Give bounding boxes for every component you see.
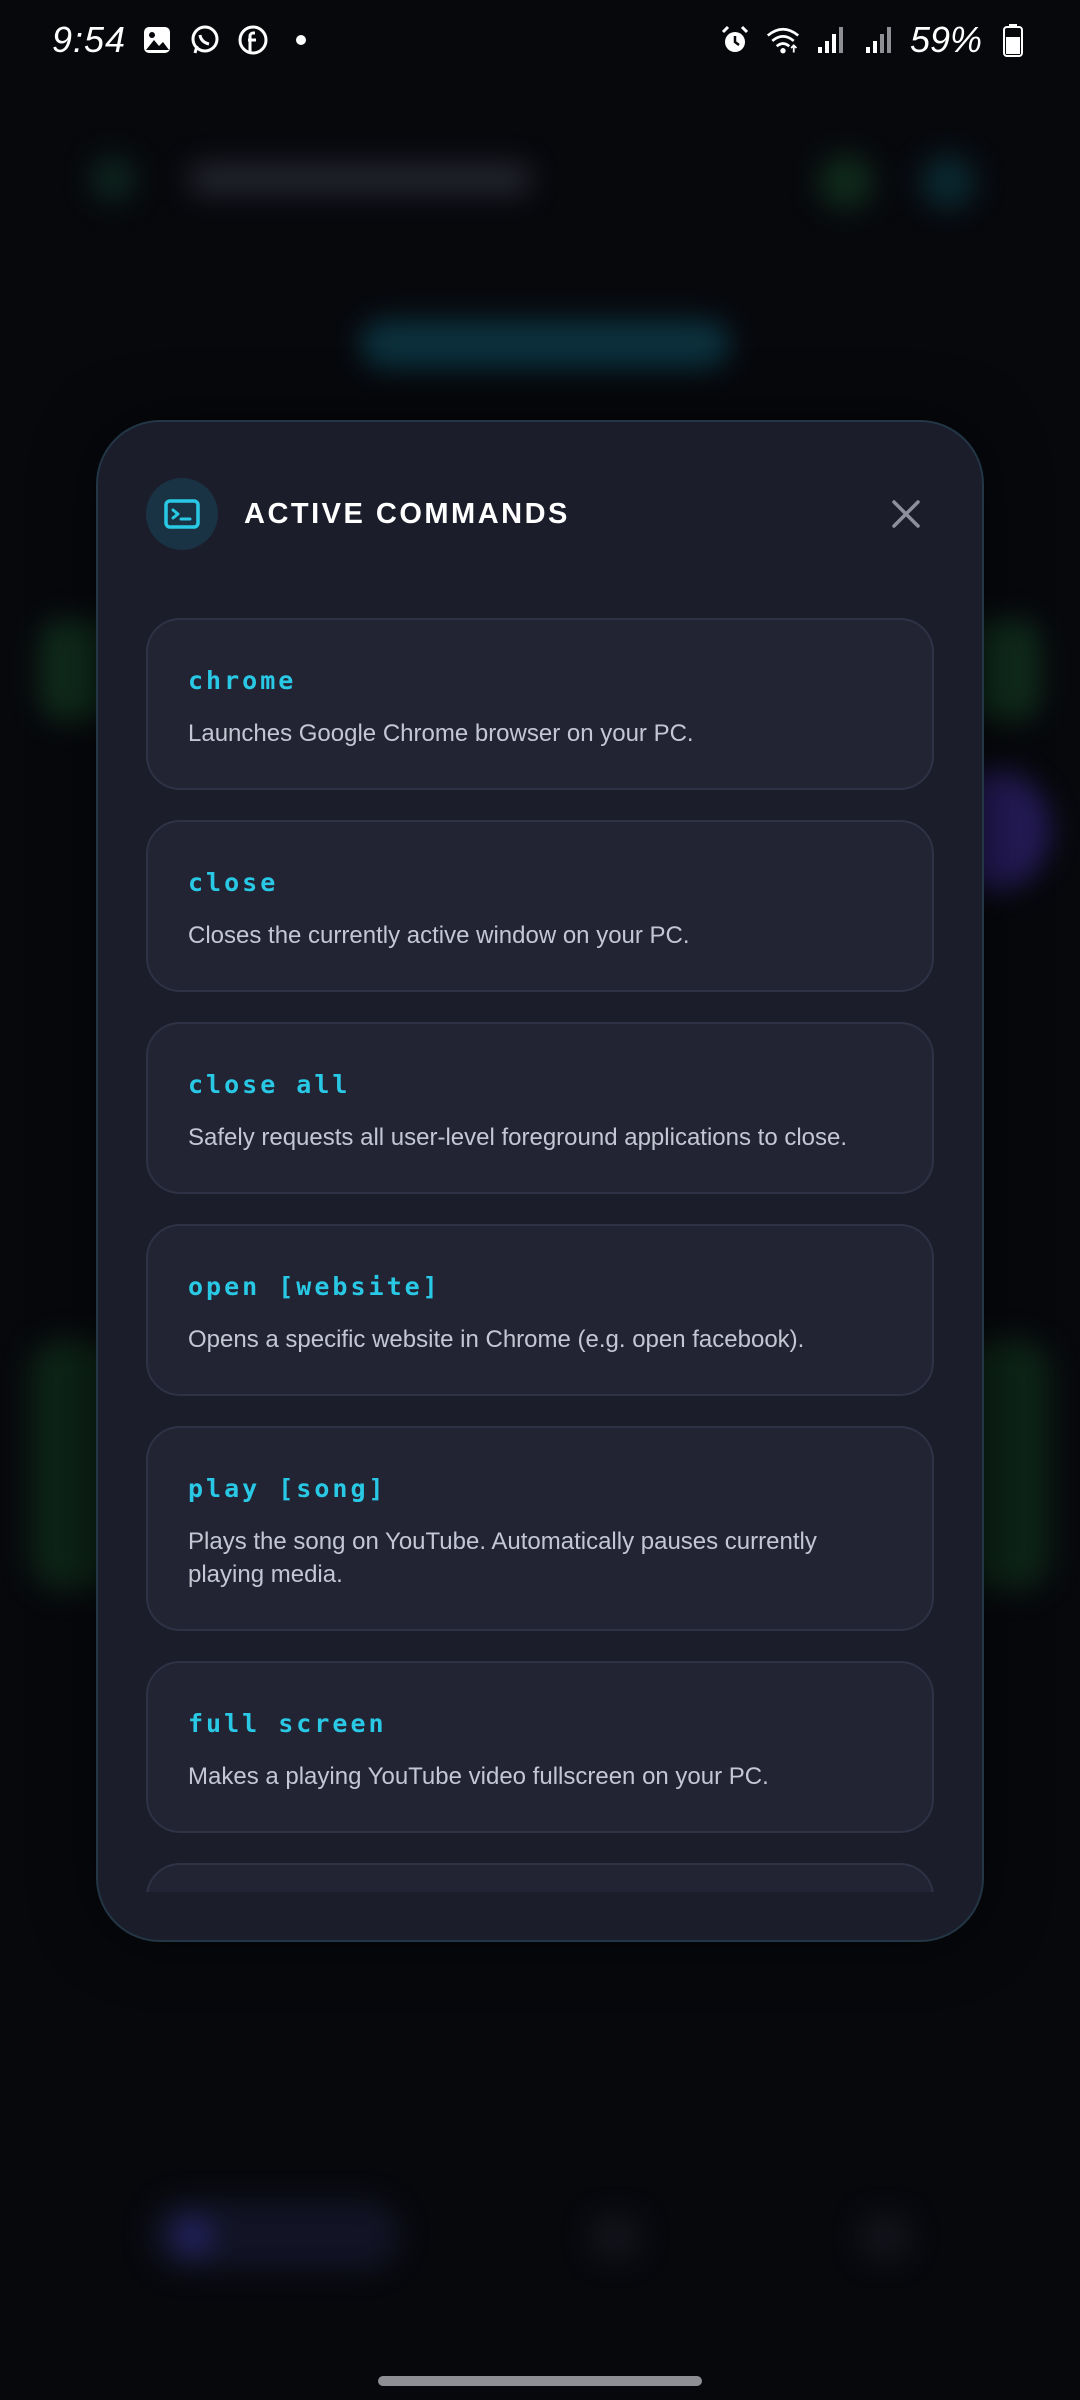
command-description: Makes a playing YouTube video fullscreen… bbox=[188, 1763, 769, 1790]
battery-icon bbox=[996, 23, 1030, 57]
status-left: 9:54 bbox=[52, 19, 318, 61]
close-button[interactable] bbox=[878, 486, 934, 542]
home-indicator[interactable] bbox=[378, 2376, 702, 2386]
signal-icon bbox=[862, 23, 896, 57]
active-commands-modal: ACTIVE COMMANDS chrome Launches Google C… bbox=[96, 420, 984, 1942]
modal-title: ACTIVE COMMANDS bbox=[244, 497, 570, 530]
terminal-icon bbox=[146, 478, 218, 550]
command-description: Plays the song on YouTube. Automatically… bbox=[188, 1528, 817, 1588]
command-card-full-screen: full screen Makes a playing YouTube vide… bbox=[146, 1661, 934, 1833]
command-card-chrome: chrome Launches Google Chrome browser on… bbox=[146, 618, 934, 790]
command-name: play [song] bbox=[188, 1474, 387, 1503]
whatsapp-icon bbox=[188, 23, 222, 57]
status-bar: 9:54 59% bbox=[0, 0, 1080, 80]
command-description: Opens a specific website in Chrome (e.g.… bbox=[188, 1326, 805, 1353]
command-name: full screen bbox=[188, 1709, 387, 1738]
wifi-icon bbox=[766, 23, 800, 57]
background-button-a bbox=[818, 154, 874, 210]
signal-icon bbox=[814, 23, 848, 57]
command-name: chrome bbox=[188, 666, 297, 695]
command-card-open-website: open [website] Opens a specific website … bbox=[146, 1224, 934, 1396]
command-list[interactable]: chrome Launches Google Chrome browser on… bbox=[146, 618, 934, 1892]
background-nav-icon-1 bbox=[175, 2218, 211, 2254]
facebook-icon bbox=[236, 23, 270, 57]
command-description: Closes the currently active window on yo… bbox=[188, 922, 690, 949]
status-right: 59% bbox=[718, 19, 1030, 61]
alarm-icon bbox=[718, 23, 752, 57]
background-logo bbox=[90, 156, 136, 202]
command-card-close-all: close all Safely requests all user-level… bbox=[146, 1022, 934, 1194]
background-nav-icon-2 bbox=[590, 2215, 640, 2259]
background-bottom-nav bbox=[0, 2160, 1080, 2320]
close-icon bbox=[892, 500, 920, 528]
background-header bbox=[90, 150, 990, 210]
command-card-partial bbox=[146, 1863, 934, 1892]
command-card-close: close Closes the currently active window… bbox=[146, 820, 934, 992]
command-card-play-song: play [song] Plays the song on YouTube. A… bbox=[146, 1426, 934, 1631]
background-pill bbox=[360, 320, 730, 368]
battery-percentage: 59% bbox=[909, 19, 982, 60]
command-name: close bbox=[188, 868, 279, 897]
dot-icon bbox=[284, 23, 318, 57]
modal-header: ACTIVE COMMANDS bbox=[146, 478, 934, 550]
background-title bbox=[190, 164, 530, 194]
background-nav-icon-3 bbox=[860, 2215, 910, 2259]
status-time: 9:54 bbox=[52, 19, 127, 60]
command-name: close all bbox=[188, 1070, 351, 1099]
background-button-b bbox=[920, 154, 976, 210]
command-description: Launches Google Chrome browser on your P… bbox=[188, 720, 694, 747]
command-description: Safely requests all user-level foregroun… bbox=[188, 1124, 848, 1151]
gallery-icon bbox=[140, 23, 174, 57]
command-name: open [website] bbox=[188, 1272, 441, 1301]
